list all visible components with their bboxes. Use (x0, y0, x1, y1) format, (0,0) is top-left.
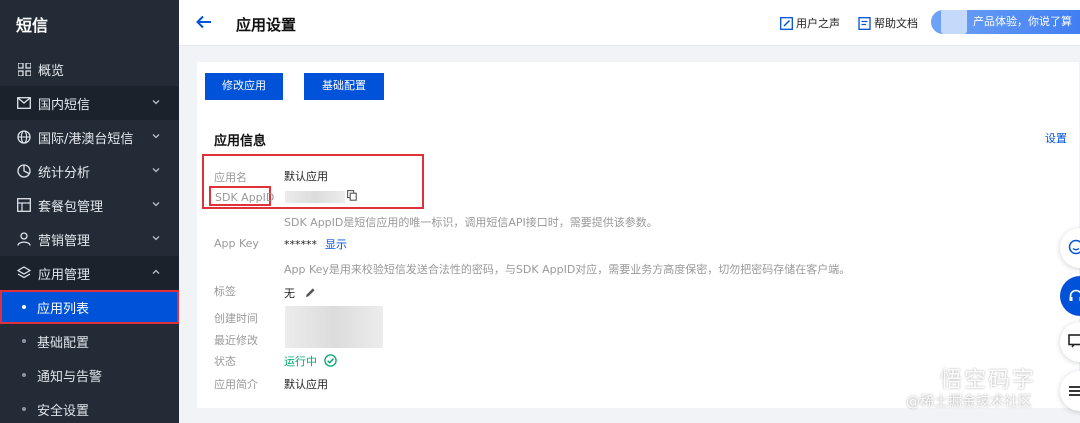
app-name-label: 应用名 (214, 171, 247, 184)
created-time-label: 创建时间 (214, 312, 258, 325)
headset-icon (1069, 289, 1080, 301)
appkey-value-row: ****** 显示 (284, 236, 347, 252)
edit-app-button[interactable]: 修改应用 (205, 73, 283, 100)
user-voice-label: 用户之声 (796, 17, 840, 30)
tag-label: 标签 (214, 285, 236, 298)
package-icon (17, 198, 31, 212)
sidebar-item-label: 基础配置 (37, 335, 90, 351)
chevron-down-icon (152, 100, 160, 105)
section-title: 应用信息 (214, 134, 267, 149)
feedback-promo-banner[interactable]: 产品体验，你说了算 (931, 10, 1080, 34)
sidebar-item-marketing[interactable]: 营销管理 (0, 222, 179, 256)
chevron-down-icon (152, 236, 160, 241)
appid-hint: SDK AppID是短信应用的唯一标识，调用短信API接口时，需要提供该参数。 (284, 216, 658, 229)
list-icon (1069, 386, 1080, 396)
sidebar-item-label: 通知与告警 (37, 369, 103, 385)
back-arrow-icon[interactable] (195, 13, 213, 31)
sidebar-item-label: 安全设置 (37, 403, 90, 419)
sidebar-item-label: 套餐包管理 (38, 199, 104, 215)
check-circle-icon (323, 354, 337, 367)
layers-icon (17, 266, 31, 280)
app-name-value: 默认应用 (284, 170, 328, 183)
description-label: 应用简介 (214, 378, 258, 391)
chart-pie-icon (17, 164, 31, 178)
chevron-down-icon (152, 168, 160, 173)
sidebar-item-statistics[interactable]: 统计分析 (0, 154, 179, 188)
copy-icon[interactable] (347, 190, 357, 201)
user-icon (17, 232, 31, 246)
appid-label: SDK AppID (215, 191, 275, 204)
sidebar-item-domestic-sms[interactable]: 国内短信 (0, 86, 179, 120)
appkey-hint: App Key是用来校验短信发送合法性的密码，与SDK AppID对应，需要业务… (284, 263, 851, 276)
watermark-title: 悟空码字 (940, 368, 1037, 393)
promo-illustration-icon (941, 10, 967, 34)
chevron-up-icon (152, 269, 160, 274)
sidebar-item-app-management[interactable]: 应用管理 (0, 256, 179, 290)
sidebar-item-label: 国内短信 (38, 97, 91, 113)
sidebar: 短信 概览 国内短信 国际/港澳台短信 统计分析 套餐包管理 营销管理 应用管理… (0, 0, 179, 423)
chevron-down-icon (152, 134, 160, 139)
tag-value: 无 (284, 287, 295, 300)
pencil-icon[interactable] (305, 287, 316, 298)
sidebar-subitem-security[interactable]: 安全设置 (0, 392, 179, 423)
sidebar-item-label: 应用列表 (37, 301, 90, 317)
appkey-label: App Key (214, 237, 259, 250)
message-icon (1068, 334, 1080, 348)
modified-time-label: 最近修改 (214, 334, 258, 347)
show-appkey-link[interactable]: 显示 (325, 238, 347, 251)
globe-icon (17, 130, 31, 144)
user-voice-link[interactable]: 用户之声 (780, 15, 840, 31)
wechat-watermark-icon (903, 366, 932, 388)
appkey-value: ****** (284, 238, 317, 251)
sidebar-item-label: 国际/港澳台短信 (38, 131, 134, 147)
header: 应用设置 用户之声 帮助文档 产品体验，你说了算 (179, 0, 1080, 46)
promo-label: 产品体验，你说了算 (973, 15, 1072, 28)
sidebar-item-international-sms[interactable]: 国际/港澳台短信 (0, 120, 179, 154)
document-icon (858, 16, 871, 30)
smile-icon (1068, 239, 1080, 255)
sidebar-subitem-basic-config[interactable]: 基础配置 (0, 324, 179, 358)
app-settings-card: 修改应用 基础配置 应用信息 设置 应用名 默认应用 SDK AppID SDK… (197, 62, 1079, 408)
timestamps-redacted (285, 306, 383, 348)
sidebar-title: 短信 (16, 16, 49, 35)
status-value: 运行中 (284, 355, 317, 368)
settings-link[interactable]: 设置 (1045, 130, 1067, 146)
sidebar-item-overview[interactable]: 概览 (0, 52, 179, 86)
sidebar-item-label: 营销管理 (38, 233, 91, 249)
watermark-subtitle: @稀土掘金技术社区 (906, 394, 1032, 410)
status-label: 状态 (214, 355, 236, 368)
sidebar-subitem-notifications[interactable]: 通知与告警 (0, 358, 179, 392)
help-docs-link[interactable]: 帮助文档 (858, 15, 918, 31)
sidebar-item-label: 应用管理 (38, 267, 91, 283)
sidebar-subitem-app-list[interactable]: 应用列表 (0, 290, 179, 324)
basic-config-button[interactable]: 基础配置 (304, 73, 384, 100)
appid-value-redacted (285, 191, 345, 203)
edit-icon (780, 16, 793, 30)
page-title: 应用设置 (236, 16, 297, 34)
grid-icon (17, 62, 31, 76)
sidebar-item-label: 概览 (38, 63, 65, 79)
mail-icon (17, 96, 31, 110)
sidebar-item-packages[interactable]: 套餐包管理 (0, 188, 179, 222)
sidebar-item-label: 统计分析 (38, 165, 91, 181)
chevron-down-icon (152, 202, 160, 207)
status-value-row: 运行中 (284, 353, 337, 369)
help-docs-label: 帮助文档 (874, 17, 918, 30)
tag-value-row: 无 (284, 285, 316, 301)
description-value: 默认应用 (284, 378, 328, 391)
